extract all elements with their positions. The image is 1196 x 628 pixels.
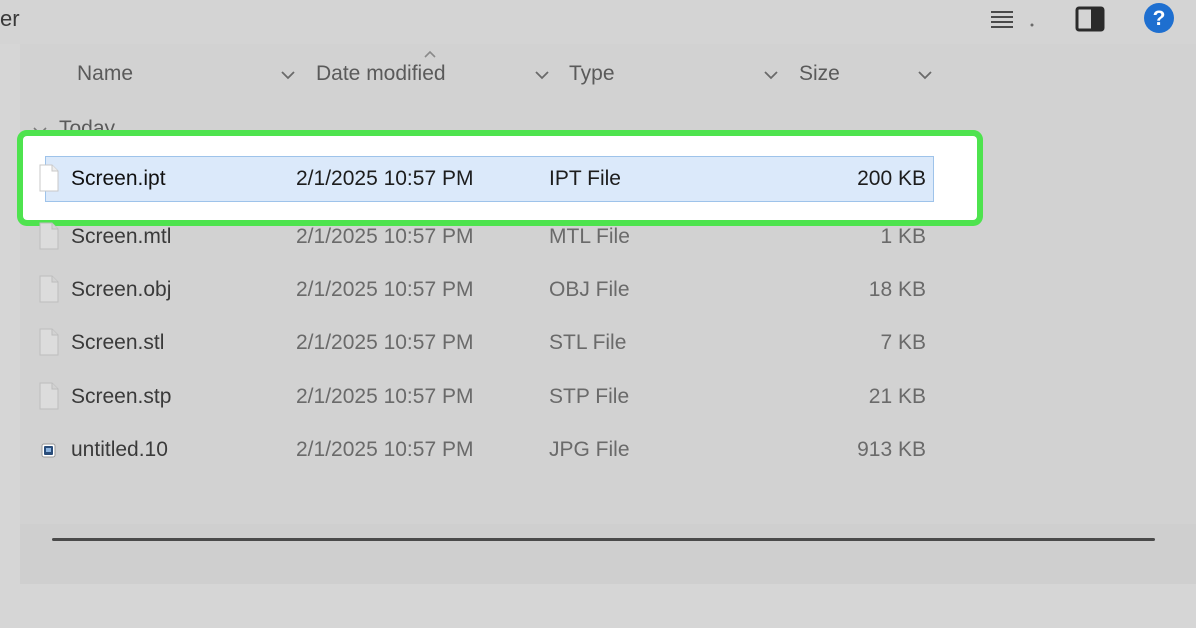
file-explorer-window: er ? Name Date modified Type Size Today … xyxy=(0,0,1196,628)
file-row[interactable]: untitled.10 2/1/2025 10:57 PM JPG File 9… xyxy=(24,427,926,473)
file-row[interactable]: Screen.ipt 2/1/2025 10:57 PM IPT File 20… xyxy=(24,156,926,202)
file-type: IPT File xyxy=(549,167,621,190)
toolbar: er ? xyxy=(0,0,1196,44)
file-size: 200 KB xyxy=(857,167,926,190)
file-size: 913 KB xyxy=(857,438,926,461)
file-date-modified: 2/1/2025 10:57 PM xyxy=(296,385,474,408)
window-title: er xyxy=(0,6,20,31)
file-name: Screen.obj xyxy=(71,278,172,301)
file-row[interactable]: Screen.obj 2/1/2025 10:57 PM OBJ File 18… xyxy=(24,267,926,313)
image-file-icon xyxy=(38,435,60,463)
file-type: JPG File xyxy=(549,438,630,461)
file-date-modified: 2/1/2025 10:57 PM xyxy=(296,438,474,461)
column-header-date-modified[interactable]: Date modified xyxy=(316,62,446,86)
column-header-name[interactable]: Name xyxy=(77,62,133,86)
file-type: STL File xyxy=(549,331,627,354)
file-size: 18 KB xyxy=(868,278,926,301)
blank-file-icon xyxy=(38,382,60,410)
blank-file-icon xyxy=(38,222,60,250)
file-list-pane: Name Date modified Type Size Today xyxy=(20,44,1196,584)
name-column-chevron-icon[interactable] xyxy=(280,68,296,82)
view-options-dot[interactable] xyxy=(1030,14,1034,27)
file-date-modified: 2/1/2025 10:57 PM xyxy=(296,225,474,248)
file-row[interactable]: Screen.stl 2/1/2025 10:57 PM STL File 7 … xyxy=(24,320,926,366)
column-header-row: Name Date modified Type Size xyxy=(20,44,980,108)
file-name: Screen.stp xyxy=(71,385,172,408)
file-date-modified: 2/1/2025 10:57 PM xyxy=(296,278,474,301)
blank-file-icon xyxy=(38,275,60,303)
file-size: 21 KB xyxy=(868,385,926,408)
column-header-type[interactable]: Type xyxy=(569,62,615,86)
file-size: 7 KB xyxy=(880,331,926,354)
file-type: STP File xyxy=(549,385,630,408)
size-column-chevron-icon[interactable] xyxy=(917,68,933,82)
list-view-icon[interactable] xyxy=(990,8,1014,30)
file-type: MTL File xyxy=(549,225,630,248)
svg-text:?: ? xyxy=(1153,7,1166,30)
status-area xyxy=(0,584,1196,628)
group-collapse-chevron-icon[interactable] xyxy=(32,124,48,136)
file-name: Screen.ipt xyxy=(71,167,166,190)
sort-caret-icon xyxy=(422,46,438,58)
file-size: 1 KB xyxy=(880,225,926,248)
date-column-chevron-icon[interactable] xyxy=(534,68,550,82)
blank-file-icon xyxy=(38,328,60,356)
help-icon[interactable]: ? xyxy=(1143,2,1175,34)
file-date-modified: 2/1/2025 10:57 PM xyxy=(296,167,474,190)
type-column-chevron-icon[interactable] xyxy=(763,68,779,82)
file-name: Screen.mtl xyxy=(71,225,172,248)
file-name: untitled.10 xyxy=(71,438,168,461)
preview-pane-icon[interactable] xyxy=(1075,5,1105,33)
blank-file-icon xyxy=(38,164,60,192)
file-date-modified: 2/1/2025 10:57 PM xyxy=(296,331,474,354)
column-header-size[interactable]: Size xyxy=(799,62,840,86)
file-row[interactable]: Screen.stp 2/1/2025 10:57 PM STP File 21… xyxy=(24,374,926,420)
file-type: OBJ File xyxy=(549,278,630,301)
file-name: Screen.stl xyxy=(71,331,165,354)
horizontal-scrollbar[interactable] xyxy=(52,538,1155,541)
file-row[interactable]: Screen.mtl 2/1/2025 10:57 PM MTL File 1 … xyxy=(24,214,926,260)
